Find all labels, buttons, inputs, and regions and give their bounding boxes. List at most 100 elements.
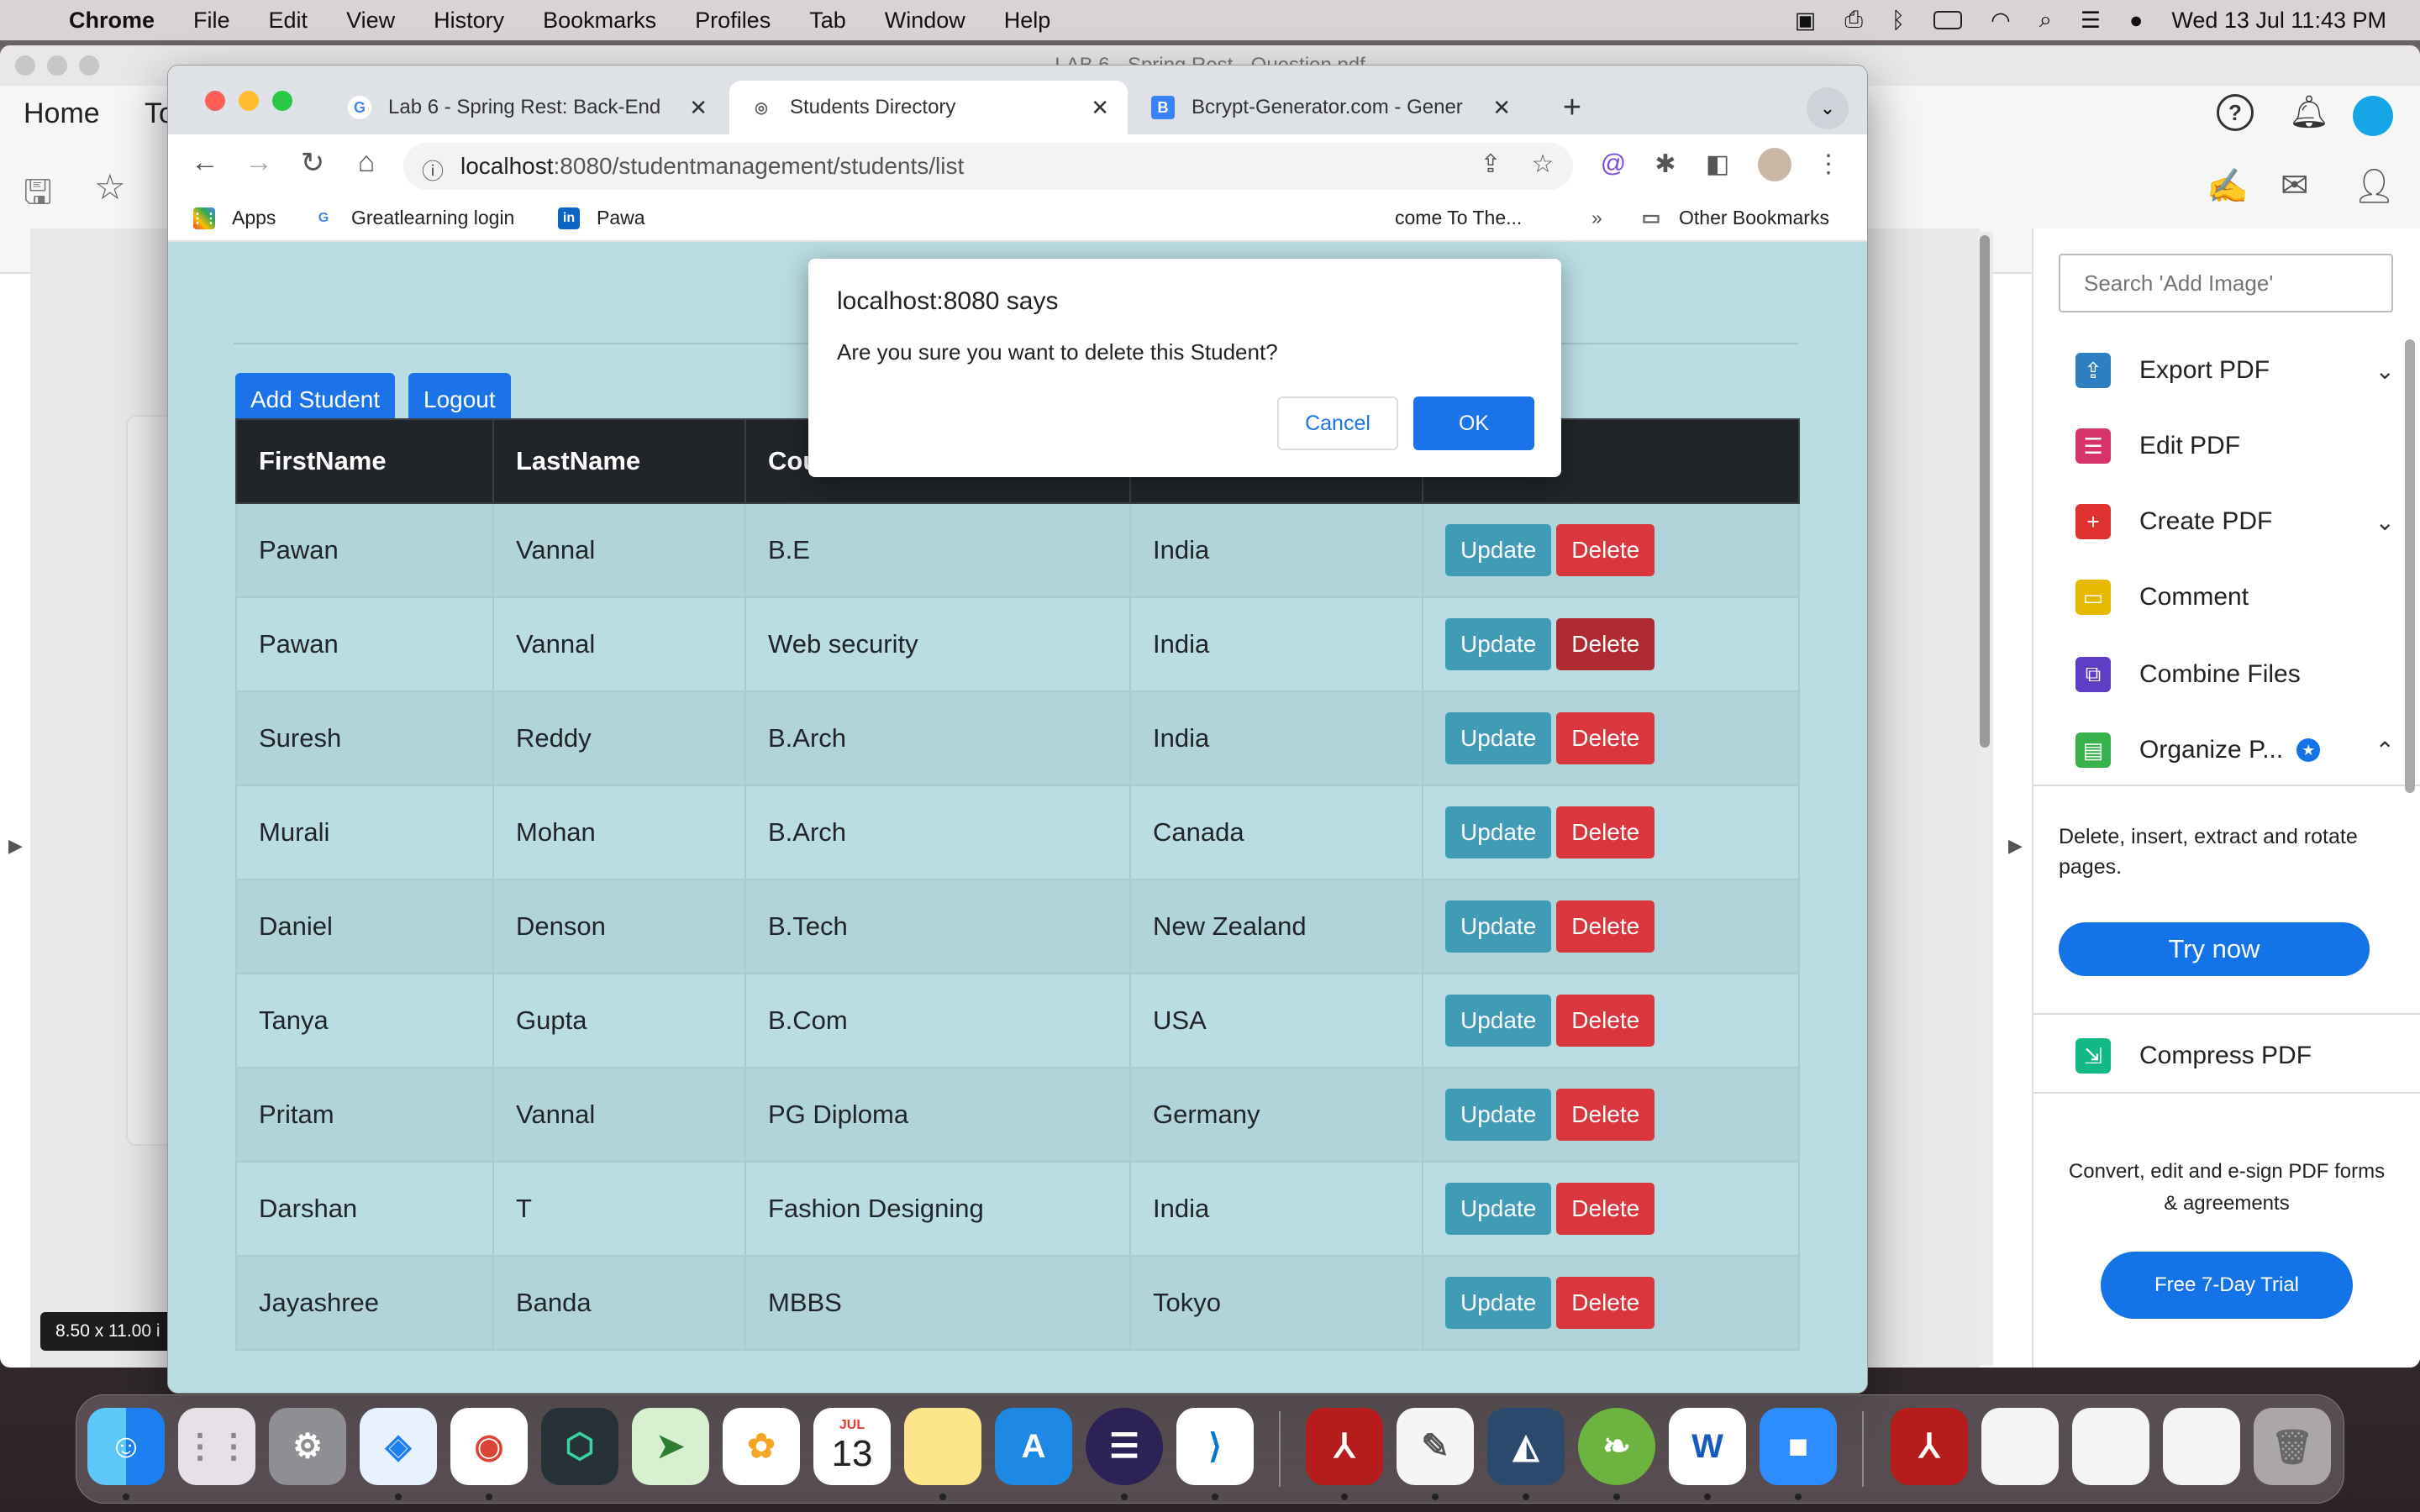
tab-search-chevron-icon[interactable]: ⌄ <box>1807 87 1849 129</box>
wifi-icon[interactable]: ◠ <box>1991 8 2011 34</box>
tool-comment[interactable]: ▭ Comment <box>2075 568 2395 627</box>
try-now-button[interactable]: Try now <box>2059 922 2370 976</box>
control-center-icon[interactable]: ☰ <box>2081 8 2101 34</box>
tools-search-input[interactable] <box>2059 254 2393 312</box>
tool-create-pdf[interactable]: + Create PDF ⌄ <box>2075 492 2395 551</box>
battery-icon[interactable] <box>1933 11 1963 29</box>
share-icon[interactable]: ⇪ <box>1474 150 1507 179</box>
photos-icon[interactable]: ✿ <box>723 1408 800 1485</box>
chevron-down-icon[interactable]: ⌄ <box>2375 508 2395 536</box>
delete-button[interactable]: Delete <box>1556 1277 1655 1329</box>
update-button[interactable]: Update <box>1445 712 1552 764</box>
calendar-icon[interactable]: JUL 13 <box>813 1408 891 1485</box>
tool-export-pdf[interactable]: ⇪ Export PDF ⌄ <box>2075 341 2395 400</box>
spotlight-search-icon[interactable]: ⌕ <box>2039 7 2052 34</box>
other-bookmarks[interactable]: ▭ Other Bookmarks <box>1640 207 1829 229</box>
update-button[interactable]: Update <box>1445 806 1552 858</box>
delete-button[interactable]: Delete <box>1556 995 1655 1047</box>
finder-icon[interactable]: ☺ <box>87 1408 165 1485</box>
tool-edit-pdf[interactable]: ☰ Edit PDF <box>2075 417 2395 475</box>
profile-avatar-icon[interactable] <box>1758 148 1791 181</box>
delete-button[interactable]: Delete <box>1556 900 1655 953</box>
menu-history[interactable]: History <box>434 8 504 34</box>
document-scrollbar-thumb[interactable] <box>1980 235 1990 748</box>
delete-button[interactable]: Delete <box>1556 1089 1655 1141</box>
cancel-button[interactable]: Cancel <box>1277 396 1398 450</box>
eclipse-icon[interactable]: ☰ <box>1086 1408 1163 1485</box>
update-button[interactable]: Update <box>1445 1183 1552 1235</box>
tab-close-icon[interactable]: ✕ <box>1492 95 1511 121</box>
close-window-icon[interactable] <box>15 55 35 76</box>
tab-students-directory[interactable]: ◎ Students Directory ✕ <box>729 81 1128 134</box>
menu-tab[interactable]: Tab <box>809 8 846 34</box>
tool-combine-files[interactable]: ⧉ Combine Files <box>2075 645 2395 704</box>
chevron-up-icon[interactable]: ⌃ <box>2375 737 2395 764</box>
tab-bcrypt[interactable]: B Bcrypt-Generator.com - Gener ✕ <box>1131 81 1529 134</box>
close-window-icon[interactable] <box>205 91 225 111</box>
update-button[interactable]: Update <box>1445 995 1552 1047</box>
bookmark-welcome[interactable]: come To The... <box>1395 207 1522 229</box>
update-button[interactable]: Update <box>1445 618 1552 670</box>
delete-button[interactable]: Delete <box>1556 524 1655 576</box>
safari-icon[interactable]: ◈ <box>360 1408 437 1485</box>
bluetooth-icon[interactable]: ᛒ <box>1891 8 1905 34</box>
tool-compress-pdf[interactable]: ⇲ Compress PDF <box>2075 1026 2395 1085</box>
right-panel-toggle-icon[interactable]: ▶ <box>2008 835 2023 857</box>
menu-window[interactable]: Window <box>885 8 965 34</box>
home-icon[interactable]: ⌂ <box>348 146 385 179</box>
mysql-workbench-icon[interactable]: ◭ <box>1487 1408 1565 1485</box>
sourcetree-icon[interactable]: ⬡ <box>541 1408 618 1485</box>
update-button[interactable]: Update <box>1445 1089 1552 1141</box>
notes-icon[interactable] <box>904 1408 981 1485</box>
siri-icon[interactable]: ● <box>2129 8 2143 34</box>
menu-app-name[interactable]: Chrome <box>69 8 155 34</box>
forward-arrow-icon[interactable]: → <box>240 146 277 179</box>
launchpad-icon[interactable]: ⋮⋮ <box>178 1408 255 1485</box>
bookmark-apps[interactable]: ⋮⋮ Apps <box>191 207 276 229</box>
notifications-bell-icon[interactable]: 🔔︎ <box>2289 94 2329 131</box>
side-panel-icon[interactable]: ◧ <box>1701 150 1734 179</box>
bookmark-linkedin[interactable]: in Pawa <box>558 207 645 229</box>
bookmark-star-icon[interactable]: ☆ <box>94 166 126 207</box>
menu-profiles[interactable]: Profiles <box>695 8 771 34</box>
printer-icon[interactable]: ⎙ <box>1844 7 1863 34</box>
zoom-window-icon[interactable] <box>79 55 99 76</box>
menu-view[interactable]: View <box>346 8 395 34</box>
bookmark-star-icon[interactable]: ☆ <box>1526 150 1560 179</box>
tab-lab6[interactable]: G Lab 6 - Spring Rest: Back-End ✕ <box>328 81 726 134</box>
update-button[interactable]: Update <box>1445 524 1552 576</box>
camera-icon[interactable]: ▣ <box>1795 8 1817 34</box>
menu-help[interactable]: Help <box>1004 8 1051 34</box>
delete-button[interactable]: Delete <box>1556 806 1655 858</box>
vscode-icon[interactable]: ⟩ <box>1176 1408 1254 1485</box>
document-thumbnail-icon[interactable] <box>2163 1408 2240 1485</box>
chrome-icon[interactable]: ◉ <box>450 1408 528 1485</box>
help-icon[interactable]: ? <box>2217 94 2254 131</box>
document-thumbnail-icon[interactable] <box>2072 1408 2149 1485</box>
new-tab-icon[interactable]: + <box>1551 87 1593 129</box>
share-user-icon[interactable]: 👤︎ <box>2353 166 2396 206</box>
chevron-down-icon[interactable]: ⌄ <box>2375 357 2395 385</box>
delete-button[interactable]: Delete <box>1556 712 1655 764</box>
menu-edit[interactable]: Edit <box>269 8 308 34</box>
left-panel-toggle-icon[interactable]: ▶ <box>8 835 23 857</box>
tab-close-icon[interactable]: ✕ <box>689 95 708 121</box>
email-icon[interactable]: ✉ <box>2281 166 2309 205</box>
profile-avatar-icon[interactable] <box>2353 96 2393 136</box>
panel-scrollbar[interactable] <box>2405 339 2415 793</box>
minimize-window-icon[interactable] <box>47 55 67 76</box>
back-arrow-icon[interactable]: ← <box>187 146 224 179</box>
sign-icon[interactable]: ✍ <box>2207 166 2249 206</box>
word-icon[interactable]: W <box>1669 1408 1746 1485</box>
site-info-icon[interactable]: ⓘ <box>422 155 444 186</box>
zoom-window-icon[interactable] <box>272 91 292 111</box>
textedit-icon[interactable]: ✎ <box>1397 1408 1474 1485</box>
spring-tool-suite-icon[interactable]: ❧ <box>1578 1408 1655 1485</box>
update-button[interactable]: Update <box>1445 1277 1552 1329</box>
extension-at-icon[interactable]: @ <box>1597 150 1630 178</box>
ok-button[interactable]: OK <box>1413 396 1534 450</box>
menu-datetime[interactable]: Wed 13 Jul 11:43 PM <box>2171 8 2386 34</box>
tab-close-icon[interactable]: ✕ <box>1091 95 1109 121</box>
minimize-window-icon[interactable] <box>239 91 259 111</box>
acrobat-icon[interactable]: ⅄ <box>1306 1408 1383 1485</box>
